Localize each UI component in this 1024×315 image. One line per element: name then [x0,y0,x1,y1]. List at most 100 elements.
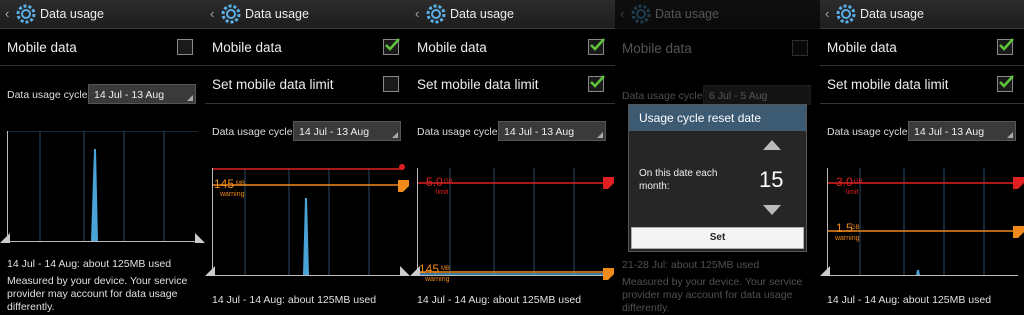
cycle-start-handle-icon[interactable] [410,266,420,276]
warning-value: 145 [419,262,440,276]
usage-summary: 14 Jul - 14 Aug: about 125MB used [417,294,582,306]
cycle-select-value: 14 Jul - 13 Aug [299,126,370,138]
panel-5: ‹ Data usage Mobile data Set mobile data… [820,0,1024,315]
page-title: Data usage [655,7,719,21]
back-chevron-icon[interactable]: ‹ [620,6,624,21]
limit-value: 5.0 [426,175,443,189]
cycle-select-value: 6 Jul - 5 Aug [709,90,768,102]
set-button[interactable]: Set [631,227,804,249]
checkmark-icon [590,38,605,51]
set-limit-checkbox[interactable] [383,76,399,92]
warning-value: 145 [214,177,235,191]
warning-handle-icon[interactable] [1013,226,1024,239]
usage-summary: 14 Jul - 14 Aug: about 125MB used [827,294,992,306]
increment-arrow-icon[interactable] [763,140,781,150]
warning-label: warning [220,191,245,198]
cycle-select[interactable]: 14 Jul - 13 Aug [88,84,196,104]
set-limit-label: Set mobile data limit [827,77,949,92]
warning-unit: GB [851,225,860,231]
limit-handle-icon[interactable] [603,177,614,190]
page-title: Data usage [860,7,924,21]
panel-3: ‹ Data usage Mobile data Set mobile data… [410,0,615,315]
divider [205,65,410,66]
settings-gear-icon[interactable] [16,4,36,24]
limit-label: limit [436,189,449,196]
checkmark-icon [385,38,400,51]
action-bar: ‹ Data usage [820,0,1024,29]
mobile-data-label: Mobile data [827,40,897,55]
cycle-label: Data usage cycle [622,90,703,102]
mobile-data-checkbox[interactable] [383,38,400,55]
divider [410,103,615,104]
usage-summary: 21-28 Jul: about 125MB used [622,259,760,271]
warning-handle-icon[interactable] [398,180,409,193]
cycle-label: Data usage cycle [417,126,498,138]
set-limit-label: Set mobile data limit [417,77,539,92]
limit-handle-icon[interactable] [398,163,406,171]
set-limit-label: Set mobile data limit [212,77,334,92]
usage-graph [7,131,198,242]
mobile-data-label: Mobile data [7,40,77,55]
usage-graph-svg [8,131,198,241]
mobile-data-checkbox[interactable] [792,40,808,56]
checkmark-icon [590,75,605,88]
cycle-label: Data usage cycle [827,126,908,138]
panel-1: ‹ Data usage Mobile data Data usage cycl… [0,0,205,315]
mobile-data-label: Mobile data [622,41,692,56]
warning-unit: MB [441,266,450,272]
divider [410,65,615,66]
mobile-data-checkbox[interactable] [588,38,605,55]
settings-gear-icon[interactable] [426,4,446,24]
divider [820,103,1024,104]
limit-handle-icon[interactable] [1013,177,1024,190]
measurement-note: Measured by your device. Your service pr… [622,276,803,314]
cycle-end-handle-icon[interactable] [400,266,410,276]
mobile-data-checkbox[interactable] [177,39,193,55]
cycle-select[interactable]: 14 Jul - 13 Aug [498,121,606,141]
dropdown-corner-icon [597,132,603,138]
page-title: Data usage [450,7,514,21]
divider [820,65,1024,66]
cycle-start-handle-icon[interactable] [205,266,215,276]
cycle-select-value: 14 Jul - 13 Aug [504,126,575,138]
action-bar: ‹ Data usage [615,0,820,29]
cycle-select-value: 14 Jul - 13 Aug [914,126,985,138]
warning-unit: MB [236,181,245,187]
mobile-data-label: Mobile data [212,40,282,55]
warning-label: warning [425,276,450,283]
settings-gear-icon[interactable] [836,4,856,24]
cycle-select[interactable]: 14 Jul - 13 Aug [293,121,401,141]
mobile-data-label: Mobile data [417,40,487,55]
usage-summary: 14 Jul - 14 Aug: about 125MB used [212,294,377,306]
day-value[interactable]: 15 [759,167,783,193]
action-bar: ‹ Data usage [0,0,205,29]
back-chevron-icon[interactable]: ‹ [415,6,419,21]
back-chevron-icon[interactable]: ‹ [825,6,829,21]
decrement-arrow-icon[interactable] [763,205,781,215]
measurement-note: Measured by your device. Your service pr… [7,275,188,313]
divider [0,65,205,66]
settings-gear-icon[interactable] [631,4,651,24]
cycle-label: Data usage cycle [7,89,88,101]
set-limit-checkbox[interactable] [997,75,1014,92]
checkmark-icon [999,38,1014,51]
dialog-text: On this date each month: [639,168,718,192]
cycle-end-handle-icon[interactable] [195,233,205,243]
cycle-select[interactable]: 14 Jul - 13 Aug [908,121,1016,141]
set-limit-checkbox[interactable] [588,75,605,92]
settings-gear-icon[interactable] [221,4,241,24]
back-chevron-icon[interactable]: ‹ [5,6,9,21]
cycle-start-handle-icon[interactable] [820,266,830,276]
cycle-select-value: 14 Jul - 13 Aug [94,89,165,101]
mobile-data-checkbox[interactable] [997,38,1014,55]
limit-label: limit [846,189,859,196]
cycle-select[interactable]: 6 Jul - 5 Aug [703,85,811,105]
back-chevron-icon[interactable]: ‹ [210,6,214,21]
usage-spike [916,270,920,275]
dialog-title: Usage cycle reset date [629,105,806,131]
warning-handle-icon[interactable] [603,268,614,281]
divider [205,103,410,104]
action-bar: ‹ Data usage [205,0,410,29]
cycle-start-handle-icon[interactable] [0,233,10,243]
warning-label: warning [835,235,860,242]
